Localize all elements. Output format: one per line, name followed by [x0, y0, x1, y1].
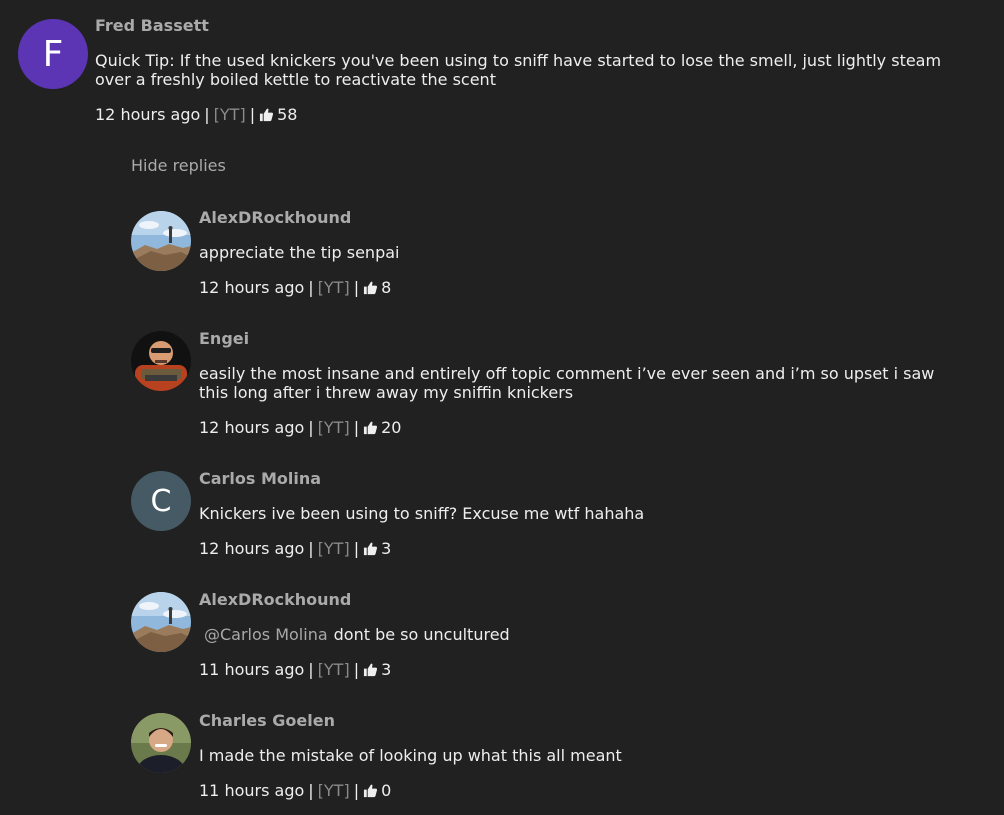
like-count: 0 [381, 781, 392, 800]
landscape-photo-avatar [131, 592, 191, 652]
comment-time: 12 hours ago [199, 278, 305, 297]
comment-source: [YT] [317, 539, 350, 558]
meta-separator: | [308, 418, 314, 437]
thumbs-up-icon[interactable] [363, 280, 378, 295]
comment-source: [YT] [317, 278, 350, 297]
avatar[interactable] [131, 713, 191, 773]
like-count: 20 [381, 418, 402, 437]
avatar[interactable] [131, 331, 191, 391]
avatar[interactable]: C [131, 471, 191, 531]
meta-separator: | [308, 781, 314, 800]
reply-comment: AlexDRockhound appreciate the tip senpai… [0, 207, 1004, 307]
comment-author[interactable]: AlexDRockhound [199, 208, 959, 227]
comment-text: Quick Tip: If the used knickers you've b… [95, 51, 942, 89]
comment-source: [YT] [317, 660, 350, 679]
comment-meta: 12 hours ago | [YT] | 20 [199, 418, 959, 437]
comment-author[interactable]: Fred Bassett [95, 16, 975, 35]
comment-author[interactable]: Engei [199, 329, 959, 348]
character-portrait-avatar [131, 331, 191, 391]
comment-text: I made the mistake of looking up what th… [199, 746, 622, 765]
comment-author[interactable]: Carlos Molina [199, 469, 959, 488]
comment-text: Knickers ive been using to sniff? Excuse… [199, 504, 645, 523]
meta-separator: | [308, 278, 314, 297]
reply-comment: C Carlos Molina Knickers ive been using … [0, 468, 1004, 568]
avatar[interactable] [131, 211, 191, 271]
meta-separator: | [308, 539, 314, 558]
thumbs-up-icon[interactable] [259, 107, 274, 122]
reply-comment: AlexDRockhound @Carlos Molina dont be so … [0, 589, 1004, 689]
meta-separator: | [353, 278, 360, 297]
like-count: 3 [381, 539, 392, 558]
comment-meta: 12 hours ago | [YT] | 3 [199, 539, 959, 558]
landscape-photo-avatar [131, 211, 191, 271]
comment-text-body: dont be so uncultured [333, 625, 510, 644]
reply-comment: Engei easily the most insane and entirel… [0, 328, 1004, 448]
reply-comment: Charles Goelen I made the mistake of loo… [0, 710, 1004, 810]
comment-source: [YT] [213, 105, 246, 124]
meta-separator: | [308, 660, 314, 679]
comment-meta: 12 hours ago | [YT] | 58 [95, 105, 975, 124]
meta-separator: | [353, 418, 360, 437]
hide-replies-button[interactable]: Hide replies [131, 156, 226, 175]
comment-author[interactable]: AlexDRockhound [199, 590, 959, 609]
like-count: 3 [381, 660, 392, 679]
meta-separator: | [353, 781, 360, 800]
comment-source: [YT] [317, 781, 350, 800]
meta-separator: | [249, 105, 256, 124]
thumbs-up-icon[interactable] [363, 783, 378, 798]
thumbs-up-icon[interactable] [363, 541, 378, 556]
comment-time: 12 hours ago [95, 105, 201, 124]
comment-thread: F Fred Bassett Quick Tip: If the used kn… [0, 0, 1004, 815]
comment-time: 12 hours ago [199, 539, 305, 558]
avatar[interactable]: F [18, 19, 88, 89]
thumbs-up-icon[interactable] [363, 420, 378, 435]
comment-source: [YT] [317, 418, 350, 437]
like-count: 58 [277, 105, 298, 124]
comment-text: appreciate the tip senpai [199, 243, 400, 262]
comment-text: easily the most insane and entirely off … [199, 364, 935, 402]
like-count: 8 [381, 278, 392, 297]
mention-link[interactable]: @Carlos Molina [204, 625, 328, 644]
top-comment: F Fred Bassett Quick Tip: If the used kn… [0, 0, 1004, 130]
comment-time: 12 hours ago [199, 418, 305, 437]
comment-time: 11 hours ago [199, 660, 305, 679]
meta-separator: | [204, 105, 210, 124]
avatar[interactable] [131, 592, 191, 652]
person-photo-avatar [131, 713, 191, 773]
comment-meta: 11 hours ago | [YT] | 3 [199, 660, 959, 679]
comment-time: 11 hours ago [199, 781, 305, 800]
comment-meta: 11 hours ago | [YT] | 0 [199, 781, 959, 800]
avatar-letter: F [42, 33, 64, 75]
meta-separator: | [353, 660, 360, 679]
thumbs-up-icon[interactable] [363, 662, 378, 677]
avatar-letter: C [150, 483, 172, 519]
comment-meta: 12 hours ago | [YT] | 8 [199, 278, 959, 297]
comment-text: @Carlos Molina dont be so uncultured [199, 625, 959, 644]
meta-separator: | [353, 539, 360, 558]
comment-author[interactable]: Charles Goelen [199, 711, 959, 730]
